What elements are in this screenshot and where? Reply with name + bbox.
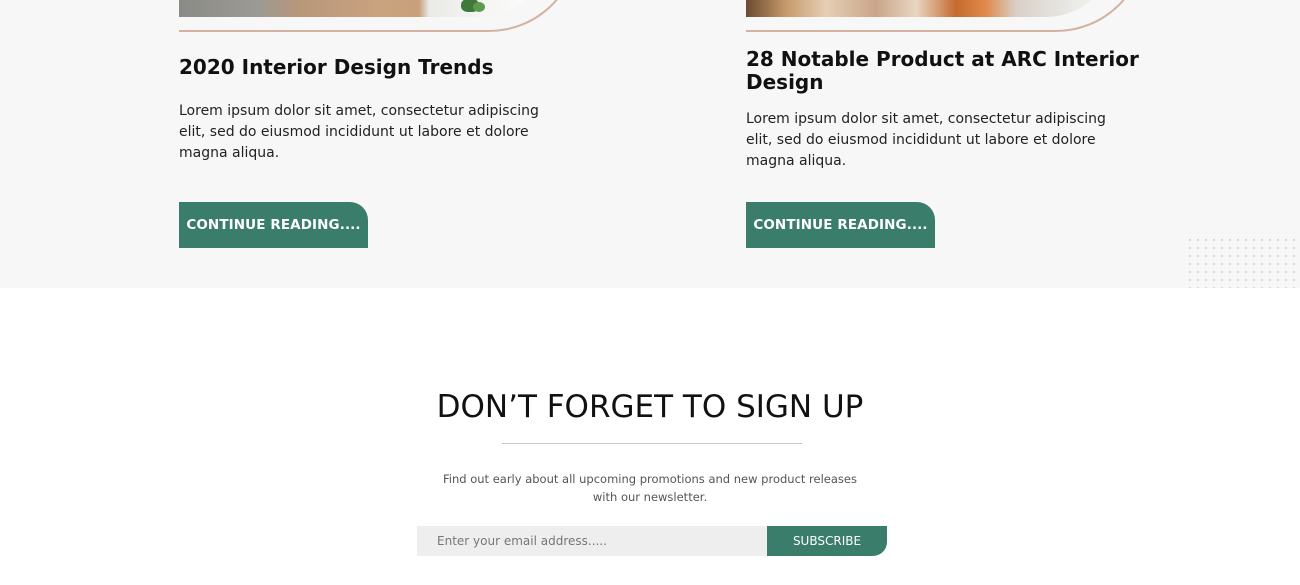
email-input[interactable]: [417, 526, 767, 556]
blog-card-thumbnail[interactable]: [179, 0, 579, 32]
blog-card-excerpt: Lorem ipsum dolor sit amet, consectetur …: [746, 111, 1106, 169]
blog-card-thumbnail[interactable]: [746, 0, 1146, 32]
plant-decoration: [473, 2, 485, 12]
thumbnail-image: [746, 0, 1116, 17]
signup-description: Find out early about all upcoming promot…: [443, 472, 857, 504]
subscribe-button[interactable]: SUBSCRIBE: [767, 526, 887, 556]
blog-card-title[interactable]: 28 Notable Product at ARC Interior Desig…: [746, 48, 1146, 94]
continue-reading-button[interactable]: CONTINUE READING....: [746, 202, 935, 248]
title-divider: [502, 443, 802, 444]
newsletter-form: SUBSCRIBE: [417, 526, 887, 556]
thumbnail-image: [179, 0, 549, 17]
dot-pattern-decoration: [1186, 236, 1300, 288]
blog-card-title[interactable]: 2020 Interior Design Trends: [179, 56, 579, 79]
continue-reading-button[interactable]: CONTINUE READING....: [179, 202, 368, 248]
blog-section: 2020 Interior Design Trends Lorem ipsum …: [0, 0, 1300, 288]
signup-title: DON’T FORGET TO SIGN UP: [436, 389, 864, 425]
newsletter-signup-section: DON’T FORGET TO SIGN UP Find out early a…: [0, 288, 1300, 585]
blog-card-excerpt: Lorem ipsum dolor sit amet, consectetur …: [179, 103, 539, 161]
